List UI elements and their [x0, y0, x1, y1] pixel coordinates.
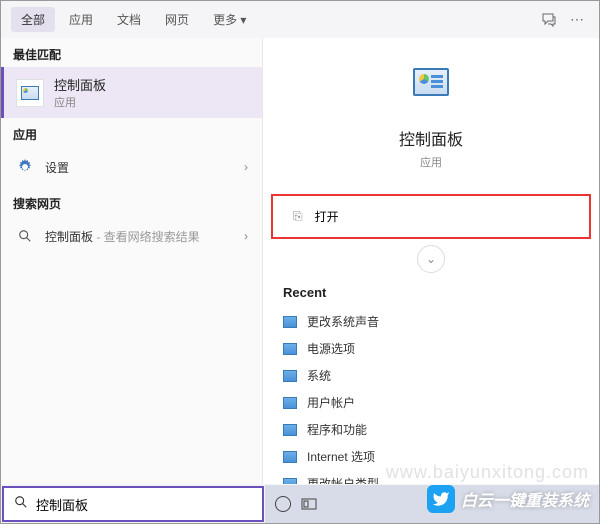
results-panel: 最佳匹配 控制面板 应用 应用 设置 › 搜索网页 — [1, 38, 263, 484]
recent-item[interactable]: 系统 — [283, 362, 579, 389]
preview-title: 控制面板 — [263, 126, 599, 150]
open-action[interactable]: ⎘ 打开 — [271, 194, 591, 239]
search-input[interactable] — [36, 497, 252, 512]
chevron-down-icon: ▾ — [240, 13, 246, 27]
recent-item[interactable]: 程序和功能 — [283, 416, 579, 443]
preview-panel: 控制面板 应用 ⎘ 打开 ⌄ Recent 更改系统声音电源选项系统用户帐户程序… — [263, 38, 599, 484]
feedback-icon[interactable] — [537, 8, 561, 32]
recent-item[interactable]: 更改系统声音 — [283, 308, 579, 335]
control-panel-icon — [16, 79, 44, 107]
tab-apps[interactable]: 应用 — [59, 7, 103, 32]
task-view-icon[interactable] — [301, 496, 317, 512]
web-header: 搜索网页 — [1, 187, 262, 216]
filter-tabs: 全部 应用 文档 网页 更多 ▾ ⋯ — [1, 1, 599, 38]
more-options-icon[interactable]: ⋯ — [565, 8, 589, 32]
settings-result[interactable]: 设置 › — [1, 147, 262, 187]
tab-documents[interactable]: 文档 — [107, 7, 151, 32]
panel-item-icon — [283, 451, 297, 463]
search-icon — [15, 226, 35, 246]
expand-button[interactable]: ⌄ — [417, 245, 445, 273]
best-match-subtitle: 应用 — [54, 94, 106, 110]
search-box[interactable] — [2, 486, 264, 522]
panel-item-icon — [283, 370, 297, 382]
tab-all[interactable]: 全部 — [11, 7, 55, 32]
tab-more[interactable]: 更多 ▾ — [203, 7, 256, 32]
web-search-result[interactable]: 控制面板 - 查看网络搜索结果 › — [1, 216, 262, 256]
cortana-icon[interactable] — [275, 496, 291, 512]
recent-item[interactable]: 用户帐户 — [283, 389, 579, 416]
chevron-right-icon: › — [244, 160, 248, 174]
panel-item-icon — [283, 478, 297, 485]
recent-item[interactable]: Internet 选项 — [283, 443, 579, 470]
best-match-header: 最佳匹配 — [1, 38, 262, 67]
panel-item-icon — [283, 424, 297, 436]
chevron-down-icon: ⌄ — [426, 252, 436, 266]
search-icon — [14, 495, 28, 514]
recent-item[interactable]: 更改帐户类型 — [283, 470, 579, 484]
apps-header: 应用 — [1, 118, 262, 147]
panel-item-icon — [283, 343, 297, 355]
control-panel-large-icon — [406, 68, 456, 108]
taskbar — [1, 485, 599, 523]
chevron-right-icon: › — [244, 229, 248, 243]
best-match-result[interactable]: 控制面板 应用 — [1, 67, 262, 118]
tab-web[interactable]: 网页 — [155, 7, 199, 32]
open-icon: ⎘ — [293, 209, 303, 224]
best-match-title: 控制面板 — [54, 75, 106, 94]
panel-item-icon — [283, 397, 297, 409]
recent-header: Recent — [283, 285, 579, 300]
gear-icon — [15, 157, 35, 177]
recent-item[interactable]: 电源选项 — [283, 335, 579, 362]
preview-subtitle: 应用 — [263, 154, 599, 170]
panel-item-icon — [283, 316, 297, 328]
